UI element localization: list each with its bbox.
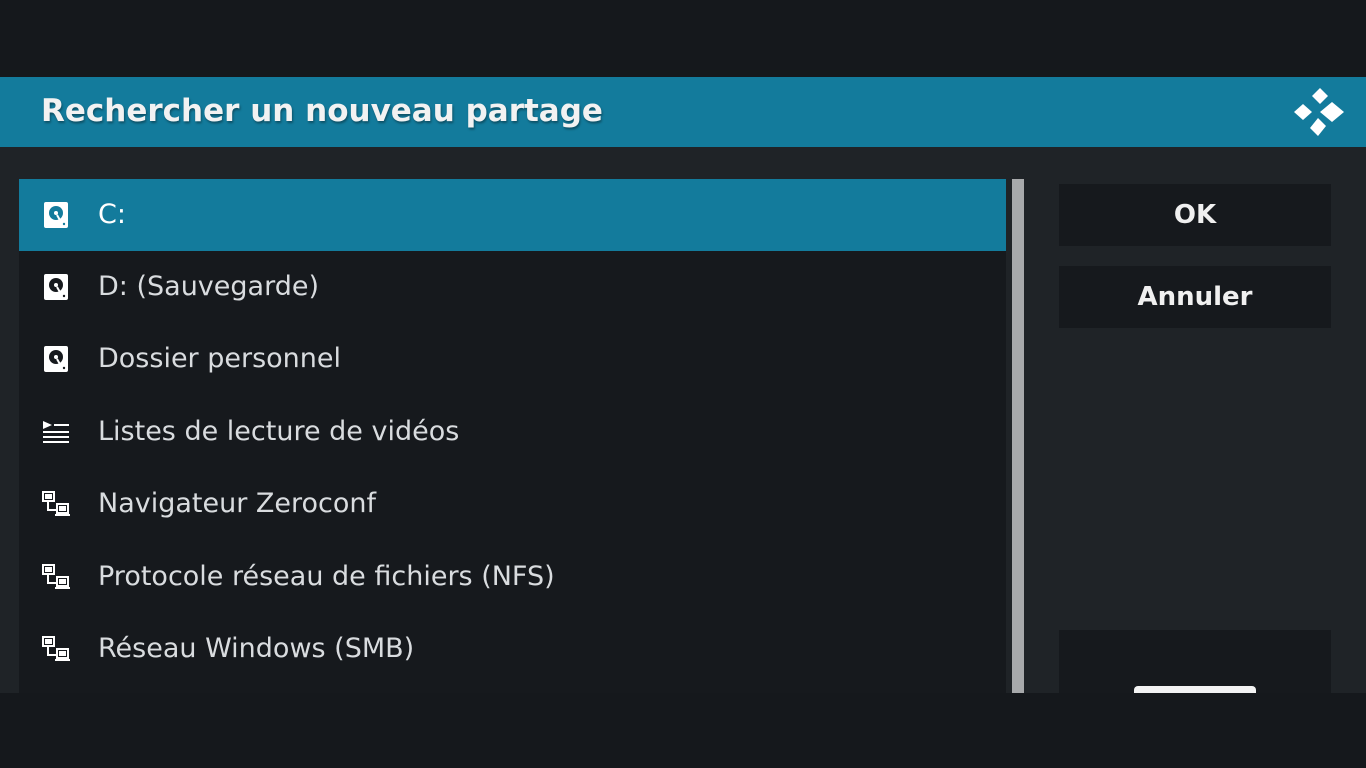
preview-thumbnail xyxy=(1134,686,1256,693)
list-item-label: C: xyxy=(98,199,126,230)
source-list: C: D: (Sauvegarde) Dossier personnel Lis… xyxy=(19,179,1006,693)
list-item-video-playlists[interactable]: Listes de lecture de vidéos xyxy=(19,396,1006,468)
list-item-label: D: (Sauvegarde) xyxy=(98,271,319,302)
ok-button[interactable]: OK xyxy=(1059,184,1331,246)
list-item-label: Navigateur Zeroconf xyxy=(98,488,377,519)
list-item-zeroconf[interactable]: Navigateur Zeroconf xyxy=(19,468,1006,540)
playlist-icon xyxy=(41,417,71,447)
preview-panel xyxy=(1059,630,1331,693)
hard-drive-icon xyxy=(41,344,71,374)
kodi-logo-icon xyxy=(1294,88,1344,136)
list-item-smb[interactable]: Réseau Windows (SMB) xyxy=(19,613,1006,685)
hard-drive-icon xyxy=(41,200,71,230)
list-item-label: Dossier personnel xyxy=(98,343,342,374)
dialog-header: Rechercher un nouveau partage xyxy=(0,77,1366,147)
list-item-label: Listes de lecture de vidéos xyxy=(98,416,460,447)
list-item-home-folder[interactable]: Dossier personnel xyxy=(19,323,1006,395)
list-scrollbar[interactable] xyxy=(1012,179,1024,693)
add-source-dialog: Rechercher un nouveau partage C: D: (Sau… xyxy=(0,77,1366,693)
network-icon xyxy=(41,634,71,664)
list-item-drive-d[interactable]: D: (Sauvegarde) xyxy=(19,251,1006,323)
network-icon xyxy=(41,489,71,519)
dialog-title: Rechercher un nouveau partage xyxy=(41,93,603,129)
list-item-drive-c[interactable]: C: xyxy=(19,179,1006,251)
cancel-button[interactable]: Annuler xyxy=(1059,266,1331,328)
list-item-label: Réseau Windows (SMB) xyxy=(98,633,415,664)
list-item-label: Protocole réseau de fichiers (NFS) xyxy=(98,561,555,592)
network-icon xyxy=(41,562,71,592)
hard-drive-icon xyxy=(41,272,71,302)
list-item-nfs[interactable]: Protocole réseau de fichiers (NFS) xyxy=(19,541,1006,613)
